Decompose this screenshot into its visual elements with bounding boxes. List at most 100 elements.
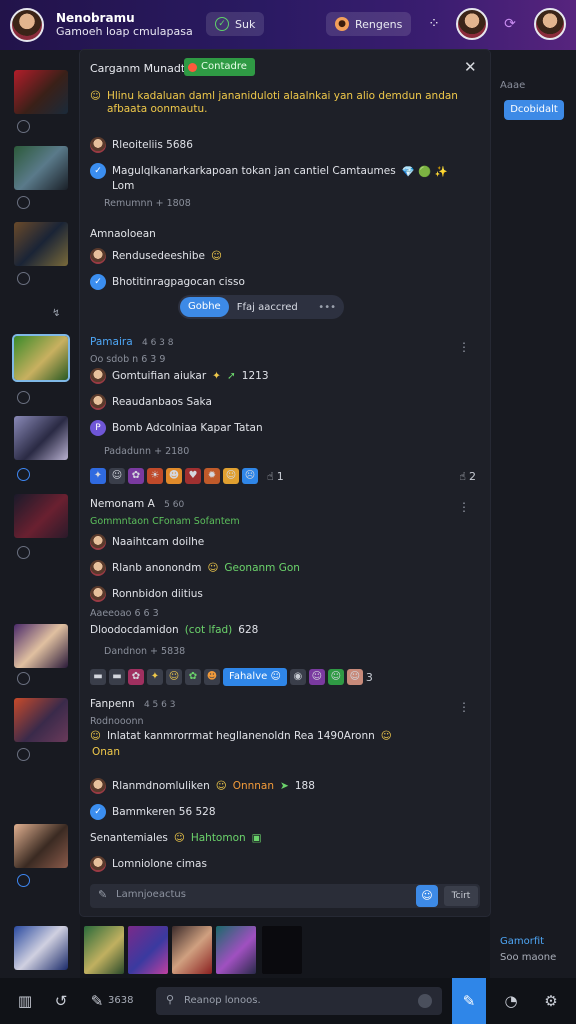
post-sub: Oo sdob n 6 3 9	[90, 354, 166, 365]
post-meta: Padadunn + 2180	[104, 446, 190, 457]
thumbnail[interactable]	[14, 698, 68, 742]
post-line: Dloodocdamidon (cot lfad) 628	[90, 624, 476, 636]
settings-icon[interactable]: ⚙	[540, 990, 562, 1012]
reply-control: Gobhe Ffaj aaccred •••	[178, 295, 344, 319]
reaction-icon[interactable]: ✦	[147, 669, 163, 685]
reaction-add-icon[interactable]: ☝	[267, 470, 274, 483]
mic-icon[interactable]	[418, 994, 432, 1008]
circle-icon	[17, 748, 30, 761]
post-text-body: Hlinu kadaluan daml jananiduloti alaalnk…	[106, 90, 458, 115]
post-line-text: Naaihtcam doilhe	[112, 536, 205, 548]
profile-avatar[interactable]	[10, 8, 44, 42]
post-meta: Remumnn + 1808	[104, 198, 191, 209]
thumbnail-selected[interactable]	[12, 334, 70, 382]
user-avatar[interactable]	[456, 8, 488, 40]
status-pill[interactable]: ✓ Suk	[206, 12, 265, 36]
section-label: Amnaoloean	[90, 228, 156, 240]
more-icon[interactable]: •••	[318, 302, 336, 313]
grid-icon[interactable]: ⁘	[424, 14, 444, 34]
reaction-icon[interactable]: ✿	[185, 669, 201, 685]
thumbnail[interactable]	[14, 494, 68, 538]
thumbnail[interactable]	[14, 824, 68, 868]
thumbs-icon[interactable]: ☝	[459, 470, 466, 483]
emoji-icon: ☺	[215, 780, 227, 792]
reaction-icon[interactable]: ☹	[242, 468, 258, 484]
media-thumbnail[interactable]	[172, 926, 212, 974]
reaction-icon[interactable]: ☺	[109, 468, 125, 484]
post-meta: Aaeeoao 6 6 3	[90, 608, 159, 619]
bottom-bar: ▥ ↺ ✎ 3638 ⚲ Reanop lonoos. ✎ ◔ ⚙	[0, 978, 576, 1024]
reaction-icon[interactable]: ☺	[308, 669, 325, 685]
right-footer-link[interactable]: Gamorfit	[500, 936, 544, 947]
group-pill[interactable]: ● Rengens	[326, 12, 412, 36]
reaction-icon[interactable]: ☺	[166, 669, 182, 685]
post-line: ✓ Bammkeren 56 528	[90, 804, 476, 820]
reaction-icon[interactable]: ▬	[90, 669, 106, 685]
reaction-icon[interactable]: ☺	[327, 669, 344, 685]
emoji-icon: ☺	[210, 250, 222, 262]
post-line: ☺ Inlatat kanmrorrmat hegllanenoldn Rea …	[90, 730, 476, 742]
reaction-icon[interactable]: ✹	[204, 468, 220, 484]
sync-icon[interactable]: ⟳	[500, 14, 520, 34]
reaction-icon[interactable]: ✦	[90, 468, 106, 484]
search-input[interactable]: ⚲ Reanop lonoos.	[156, 987, 442, 1015]
post-line: Reaudanbaos Saka	[90, 394, 476, 410]
reply-message: ✓ Magulqlkanarkarkapoan tokan jan cantie…	[90, 163, 476, 179]
more-vertical-icon[interactable]: ⋮	[458, 700, 470, 714]
comment-count: 3638	[108, 995, 134, 1006]
right-column: Aaae Dcobidalt Gamorfit Soo maone	[490, 50, 576, 978]
reaction-icon[interactable]: ✿	[128, 468, 144, 484]
close-icon[interactable]: ✕	[464, 58, 477, 76]
post-line: Senantemiales ☺ Hahtomon ▣	[90, 832, 476, 844]
avatar	[90, 248, 106, 264]
more-vertical-icon[interactable]: ⋮	[458, 500, 470, 514]
thumbnail[interactable]	[14, 222, 68, 266]
post-line: P Bomb Adcolniaa Kapar Tatan	[90, 420, 476, 436]
post-line-meta: 1213	[241, 370, 269, 382]
history-icon[interactable]: ◔	[500, 990, 522, 1012]
media-thumbnail[interactable]	[216, 926, 256, 974]
compose-button[interactable]: ✎	[452, 978, 486, 1024]
media-thumbnail[interactable]	[84, 926, 124, 974]
emoji-icon: ☺	[380, 730, 392, 742]
list-item-text: Rendusedeeshibe	[112, 250, 205, 262]
reaction-button-label: Fahalve	[229, 671, 268, 682]
status-dot-icon	[188, 62, 197, 72]
post-line-text: Rlanb anonondm	[112, 562, 202, 574]
comment-icon[interactable]: ✎	[86, 990, 108, 1012]
post-line: Rlanb anonondm ☺ Geonanm Gon	[90, 560, 476, 576]
media-thumbnail[interactable]	[128, 926, 168, 974]
reaction-icon[interactable]: ♥	[185, 468, 201, 484]
reaction-icon[interactable]: ▬	[109, 669, 125, 685]
reaction-button[interactable]: Fahalve ☺	[223, 668, 287, 686]
reaction-icon[interactable]: ☀	[147, 468, 163, 484]
group-icon: ●	[335, 17, 349, 31]
reaction-icon[interactable]: ☺	[223, 468, 239, 484]
thumbnail[interactable]	[14, 926, 68, 970]
account-avatar[interactable]	[534, 8, 566, 40]
emoji-button[interactable]: ☺	[416, 885, 438, 907]
right-action-button[interactable]: Dcobidalt	[504, 100, 564, 120]
thumbnail[interactable]	[14, 416, 68, 460]
reaction-icon[interactable]: ☻	[204, 669, 220, 685]
input-alt-button[interactable]: Tcirt	[444, 886, 478, 906]
library-icon[interactable]: ▥	[14, 990, 36, 1012]
reply-button[interactable]: Gobhe	[180, 297, 229, 317]
post-author: Nemonam A 5 60	[90, 498, 184, 510]
thumbnail[interactable]	[14, 146, 68, 190]
reaction-icon[interactable]: ☺	[346, 669, 363, 685]
thumbnail[interactable]	[14, 624, 68, 668]
media-thumbnail[interactable]	[262, 926, 302, 974]
more-vertical-icon[interactable]: ⋮	[458, 340, 470, 354]
reaction-count: 2	[469, 469, 476, 483]
post-line-text: Reaudanbaos Saka	[112, 396, 212, 408]
reaction-icon[interactable]: ☻	[166, 468, 182, 484]
message-input-bar[interactable]: ✎ Lamnjoeactus ☺ Tcirt	[90, 884, 480, 908]
reaction-icon[interactable]: ◉	[289, 669, 306, 685]
thumbnail[interactable]	[14, 70, 68, 114]
reaction-count: 3	[365, 670, 373, 684]
reaction-icon[interactable]: ✿	[128, 669, 144, 685]
status-pill-label: Suk	[235, 17, 256, 31]
right-label: Aaae	[500, 80, 526, 91]
share-icon[interactable]: ↺	[50, 990, 72, 1012]
